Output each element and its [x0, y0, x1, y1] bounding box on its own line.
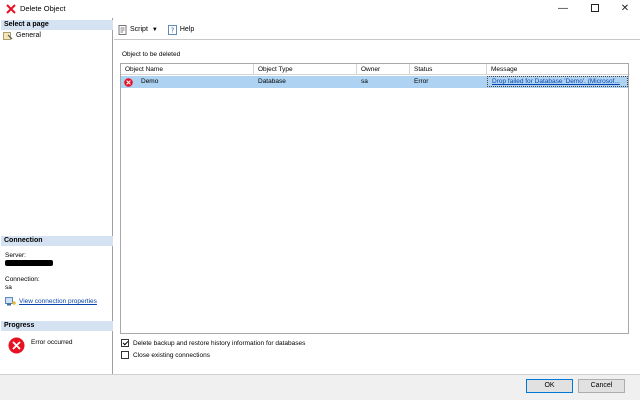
server-label: Server:	[5, 252, 26, 259]
cell-object-type: Database	[258, 78, 286, 85]
close-connections-label: Close existing connections	[133, 351, 210, 359]
close-connections-option[interactable]: Close existing connections	[121, 351, 210, 359]
help-button[interactable]: ? Help	[167, 24, 195, 35]
cell-object-name: Demo	[121, 76, 254, 88]
column-header-owner[interactable]: Owner	[357, 64, 410, 75]
cell-status: Error	[414, 78, 429, 85]
progress-status-text: Error occurred	[31, 339, 73, 346]
error-icon	[8, 337, 25, 354]
title-bar: Delete Object — ✕	[0, 0, 640, 18]
close-button[interactable]: ✕	[610, 0, 640, 18]
script-button[interactable]: Script ▼	[118, 24, 158, 35]
column-header-object-name[interactable]: Object Name	[121, 64, 254, 75]
svg-text:?: ?	[171, 26, 175, 34]
redacted-server-name	[5, 260, 53, 266]
help-icon: ?	[167, 24, 177, 35]
help-label: Help	[179, 26, 195, 33]
delete-backup-checkbox[interactable]	[121, 339, 129, 347]
select-page-header: Select a page	[1, 20, 113, 30]
cell-message-link[interactable]: Drop failed for Database 'Demo'. (Micros…	[487, 76, 628, 87]
delete-x-icon	[6, 4, 16, 14]
close-icon: ✕	[620, 3, 630, 14]
progress-header: Progress	[1, 321, 113, 331]
object-name-text: Demo	[141, 78, 159, 85]
script-icon	[118, 24, 127, 35]
connection-header: Connection	[1, 236, 113, 246]
progress-status: Error occurred	[8, 337, 73, 354]
object-to-delete-label: Object to be deleted	[122, 51, 181, 58]
table-row[interactable]: Demo Database sa Error Drop failed for D…	[121, 76, 628, 88]
column-header-status[interactable]: Status	[410, 64, 487, 75]
connection-label: Connection:	[5, 276, 40, 283]
maximize-icon	[591, 4, 599, 13]
script-label: Script	[130, 26, 148, 33]
close-connections-checkbox[interactable]	[121, 351, 129, 359]
error-icon	[124, 77, 133, 87]
minimize-button[interactable]: —	[548, 0, 578, 18]
cell-owner: sa	[361, 78, 368, 85]
column-header-object-type[interactable]: Object Type	[254, 64, 357, 75]
page-wrench-icon	[3, 32, 13, 40]
view-connection-link[interactable]: View connection properties	[19, 298, 97, 305]
minimize-icon: —	[558, 3, 568, 14]
grid-header: Object Name Object Type Owner Status Mes…	[121, 64, 628, 75]
delete-backup-label: Delete backup and restore history inform…	[133, 339, 306, 347]
page-item-label: General	[16, 32, 41, 39]
connection-properties-icon	[5, 297, 16, 306]
window-title: Delete Object	[20, 4, 66, 13]
maximize-button[interactable]	[580, 0, 610, 18]
cancel-button[interactable]: Cancel	[578, 379, 625, 393]
page-item-general[interactable]: General	[3, 31, 41, 41]
connection-value: sa	[5, 284, 12, 291]
toolbar: Script ▼ ? Help	[114, 20, 640, 40]
column-header-message[interactable]: Message	[487, 64, 628, 75]
objects-grid: Object Name Object Type Owner Status Mes…	[120, 63, 629, 334]
chevron-down-icon[interactable]: ▼	[152, 27, 158, 33]
view-connection-properties[interactable]: View connection properties	[5, 297, 97, 306]
ok-button[interactable]: OK	[526, 379, 573, 393]
delete-backup-option[interactable]: Delete backup and restore history inform…	[121, 339, 305, 347]
dialog-footer: OK Cancel	[0, 374, 640, 400]
